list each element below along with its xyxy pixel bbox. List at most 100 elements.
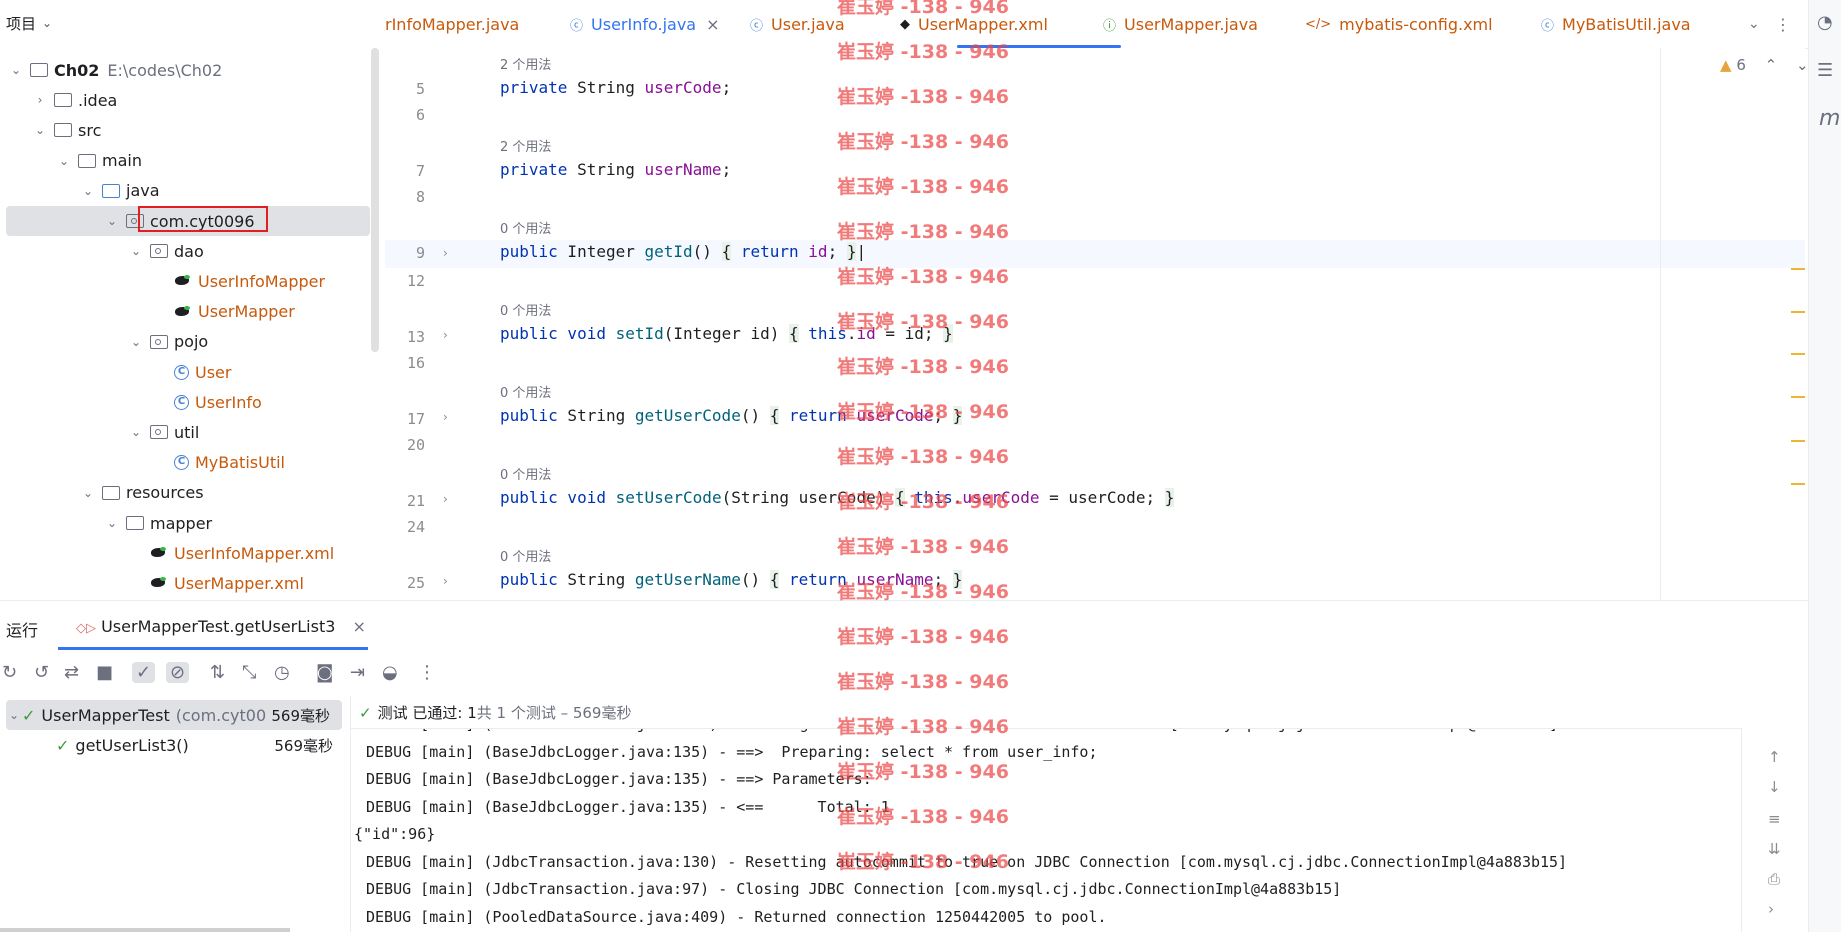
editor-tab[interactable]: rInfoMapper.java bbox=[385, 0, 519, 48]
chevron-up-icon[interactable]: ⌃ bbox=[1765, 56, 1778, 74]
show-passed-icon[interactable]: ✓ bbox=[132, 662, 156, 683]
toggle-auto-test-icon[interactable]: ⇄ bbox=[64, 662, 79, 683]
test-suite-row[interactable]: ⌄ ✓ UserMapperTest (com.cyt00 569毫秒 bbox=[6, 700, 342, 730]
chevron-down-icon[interactable]: ⌄ bbox=[80, 486, 96, 500]
usage-hint[interactable]: 2 个用法 bbox=[500, 136, 551, 155]
more-icon[interactable]: ⋮ bbox=[1775, 0, 1791, 48]
chevron-down-icon[interactable]: ⌄ bbox=[104, 516, 120, 530]
tree-item[interactable]: ⌄ java bbox=[0, 176, 370, 206]
fold-chevron-icon[interactable]: › bbox=[443, 328, 448, 342]
tree-item[interactable]: ⌄ pojo bbox=[0, 327, 370, 357]
run-panel-title: 运行 bbox=[6, 621, 39, 640]
tree-item[interactable]: UserMapper bbox=[0, 297, 370, 327]
usage-hint[interactable]: 0 个用法 bbox=[500, 464, 551, 483]
export-icon[interactable]: ⇥ bbox=[350, 662, 365, 683]
tree-item[interactable]: C MyBatisUtil bbox=[0, 448, 370, 478]
usage-hint[interactable]: 0 个用法 bbox=[500, 300, 551, 319]
tree-item[interactable]: C User bbox=[0, 357, 370, 387]
warning-marker[interactable] bbox=[1791, 353, 1805, 355]
usage-hint[interactable]: 0 个用法 bbox=[500, 382, 551, 401]
fold-chevron-icon[interactable]: › bbox=[443, 574, 448, 588]
tree-item[interactable]: ⌄ util bbox=[0, 417, 370, 447]
sort-icon[interactable]: ⇅ bbox=[210, 662, 225, 683]
chevron-down-icon[interactable]: ⌄ bbox=[6, 708, 22, 722]
usage-hint[interactable]: 0 个用法 bbox=[500, 218, 551, 237]
fold-chevron-icon[interactable]: › bbox=[443, 492, 448, 506]
tree-item[interactable]: UserInfoMapper bbox=[0, 266, 370, 296]
more-icon[interactable]: ⋮ bbox=[418, 662, 436, 683]
fold-chevron-icon[interactable]: › bbox=[443, 410, 448, 424]
project-header[interactable]: 项目 ⌄ bbox=[0, 0, 385, 46]
editor-tab[interactable]: ⓒ User.java bbox=[750, 0, 845, 48]
usage-hint[interactable]: 2 个用法 bbox=[500, 54, 551, 73]
scroll-to-end-icon[interactable]: ⇊ bbox=[1768, 840, 1781, 858]
arrow-down-icon[interactable]: ↓ bbox=[1768, 778, 1781, 796]
chevron-right-icon[interactable]: › bbox=[32, 93, 48, 107]
close-icon[interactable]: × bbox=[352, 617, 365, 636]
import-tests-icon[interactable]: ⤡ bbox=[242, 662, 256, 683]
maven-icon[interactable]: m bbox=[1819, 106, 1840, 131]
editor-tab[interactable]: ⓘ UserMapper.java bbox=[1103, 0, 1258, 48]
tab-label: mybatis-config.xml bbox=[1339, 14, 1493, 34]
chevron-down-icon[interactable]: ⌄ bbox=[104, 214, 120, 228]
tree-item[interactable]: C UserInfo bbox=[0, 387, 370, 417]
history-icon[interactable]: ◷ bbox=[274, 662, 290, 683]
editor-tab[interactable]: ◆ UserMapper.xml bbox=[900, 0, 1048, 48]
soft-wrap-icon[interactable]: ≡ bbox=[1768, 810, 1781, 828]
code-line: private String userCode; bbox=[500, 78, 732, 97]
warning-marker[interactable] bbox=[1791, 268, 1805, 270]
run-config-tab[interactable]: ◇▷ UserMapperTest.getUserList3 × bbox=[76, 617, 366, 636]
tree-item[interactable]: › .idea bbox=[0, 85, 370, 115]
notifications-icon[interactable]: ◔ bbox=[1817, 12, 1833, 33]
chevron-right-icon[interactable]: › bbox=[1768, 900, 1774, 918]
console-log[interactable]: DEBUG [main] (JdbcTransaction.java:101) … bbox=[351, 728, 1741, 932]
test-case-row[interactable]: ✓ getUserList3() 569毫秒 bbox=[0, 730, 345, 760]
run-toolbar: ↻ ↺ ⇄ ■ ✓ ⊘ ⇅ ⤡ ◷ ◙ ⇥ ◒ ⋮ bbox=[0, 650, 1808, 696]
fold-chevron-icon[interactable]: › bbox=[443, 246, 448, 260]
tree-item[interactable]: ⌄ src bbox=[0, 115, 370, 145]
tree-item[interactable]: UserMapper.xml bbox=[0, 568, 370, 598]
chevron-down-icon[interactable]: ⌄ bbox=[128, 244, 144, 258]
show-ignored-icon[interactable]: ⊘ bbox=[166, 662, 190, 683]
tree-item[interactable]: ⌄ mapper bbox=[0, 508, 370, 538]
mybatis-icon bbox=[150, 575, 168, 591]
chevron-down-icon[interactable]: ⌄ bbox=[80, 184, 96, 198]
rerun-icon[interactable]: ↻ bbox=[2, 662, 17, 683]
print-icon[interactable]: ⎙ bbox=[1768, 870, 1780, 888]
editor-tab[interactable]: ⓒ MyBatisUtil.java bbox=[1541, 0, 1691, 48]
code-editor[interactable]: 2 个用法 5 private String userCode; 6 2 个用法… bbox=[385, 48, 1805, 600]
arrow-up-icon[interactable]: ↑ bbox=[1768, 748, 1781, 766]
warning-icon: ▲ bbox=[1720, 56, 1732, 74]
editor-tab[interactable]: ⓒ UserInfo.java × bbox=[570, 0, 720, 48]
usage-hint[interactable]: 0 个用法 bbox=[500, 546, 551, 565]
chevron-down-icon[interactable]: ⌄ bbox=[1796, 56, 1809, 74]
tree-item[interactable]: ⌄ Ch02 E:\codes\Ch02 bbox=[0, 55, 370, 85]
chevron-down-icon[interactable]: ⌄ bbox=[128, 425, 144, 439]
stop-icon[interactable]: ■ bbox=[96, 662, 113, 683]
chevron-down-icon[interactable]: ⌄ bbox=[1748, 0, 1760, 48]
chevron-down-icon[interactable]: ⌄ bbox=[8, 63, 24, 77]
warning-marker[interactable] bbox=[1791, 311, 1805, 313]
chevron-down-icon[interactable]: ⌄ bbox=[128, 335, 144, 349]
project-scrollbar[interactable] bbox=[371, 48, 379, 352]
log-line: DEBUG [main] (BaseJdbcLogger.java:135) -… bbox=[366, 770, 881, 788]
tree-item[interactable]: ⌄ resources bbox=[0, 478, 370, 508]
coverage-icon[interactable]: ◒ bbox=[382, 662, 398, 683]
warning-marker[interactable] bbox=[1791, 440, 1805, 442]
database-icon[interactable]: ☰ bbox=[1817, 60, 1833, 81]
line-number: 7 bbox=[415, 162, 425, 180]
warning-marker[interactable] bbox=[1791, 483, 1805, 485]
editor-tab[interactable]: </> mybatis-config.xml bbox=[1305, 0, 1493, 48]
camera-icon[interactable]: ◙ bbox=[316, 662, 333, 683]
chevron-down-icon[interactable]: ⌄ bbox=[56, 154, 72, 168]
tree-item[interactable]: ⌄ main bbox=[0, 146, 370, 176]
close-icon[interactable]: × bbox=[706, 15, 719, 34]
tree-item[interactable]: ⌄ dao bbox=[0, 236, 370, 266]
tree-item[interactable]: UserInfoMapper.xml bbox=[0, 538, 370, 568]
rerun-failed-icon[interactable]: ↺ bbox=[34, 662, 49, 683]
inspection-widget[interactable]: ▲ 6 ⌃ ⌄ bbox=[1720, 56, 1809, 74]
horizontal-scrollbar[interactable] bbox=[0, 928, 290, 932]
chevron-down-icon[interactable]: ⌄ bbox=[32, 123, 48, 137]
console-output[interactable]: ✓ 测试 已通过: 1共 1 个测试 – 569毫秒 DEBUG [main] (… bbox=[351, 696, 1808, 932]
warning-marker[interactable] bbox=[1791, 396, 1805, 398]
